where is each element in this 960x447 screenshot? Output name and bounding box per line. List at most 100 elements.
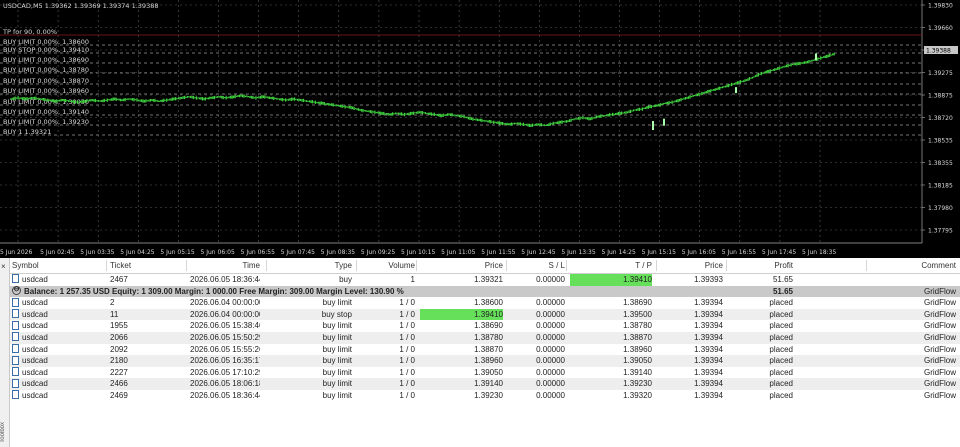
candle: [265, 96, 267, 98]
column-header[interactable]: Price: [420, 258, 503, 273]
balance-text: Balance: 1 257.35 USD Equity: 1 309.00 M…: [24, 286, 404, 296]
toolbox-label[interactable]: Toolbox: [0, 422, 6, 443]
cell-ticket: 2466: [110, 379, 128, 389]
column-separator[interactable]: [566, 260, 567, 271]
order-row[interactable]: usdcad 2227 2026.06.05 17:10:29 buy limit 1 …: [10, 367, 960, 379]
column-header[interactable]: Comment: [870, 258, 956, 273]
candle: [482, 120, 485, 122]
candle: [610, 114, 612, 116]
column-separator[interactable]: [266, 260, 267, 271]
column-header[interactable]: Volume: [360, 258, 415, 273]
order-icon: [12, 343, 19, 353]
candle: [674, 100, 676, 103]
candle: [320, 101, 322, 105]
candle: [29, 97, 31, 100]
column-separator[interactable]: [506, 260, 507, 271]
candle: [99, 100, 101, 102]
candle: [570, 118, 572, 122]
candle: [539, 123, 541, 127]
column-separator[interactable]: [656, 260, 657, 271]
candle: [212, 96, 214, 99]
symbol-text: usdcad: [22, 332, 48, 342]
close-icon[interactable]: ×: [1, 262, 6, 271]
column-header[interactable]: Price: [660, 258, 723, 273]
candle: [280, 98, 282, 101]
candle: [448, 113, 450, 116]
cell-comment: GridFlow: [923, 379, 956, 389]
cell-tp: 1.39140: [623, 367, 652, 377]
candle: [765, 70, 767, 74]
candle: [565, 120, 568, 123]
candle: [733, 82, 736, 85]
candle: [347, 106, 349, 109]
candle: [820, 56, 822, 60]
candle: [460, 114, 462, 118]
cell-symbol: usdcad: [12, 355, 102, 367]
candle: [127, 98, 129, 101]
candle: [583, 117, 586, 119]
cell-tp: 1.39410: [570, 274, 652, 286]
symbol-text: usdcad: [22, 379, 48, 389]
candle: [606, 114, 608, 117]
order-row[interactable]: usdcad 2180 2026.06.05 16:35:17 buy limit 1 …: [10, 355, 960, 367]
candle: [23, 96, 25, 101]
order-row[interactable]: usdcad 2092 2026.06.05 15:55:26 buy limit 1 …: [10, 343, 960, 356]
position-row[interactable]: usdcad 2467 2026.06.05 18:36:44 buy 1 1.39321…: [10, 274, 960, 286]
price-chart[interactable]: 5 Jun 2026 5 Jun 02:45 5 Jun 03:35 5 Jun 04…: [0, 0, 960, 258]
column-separator[interactable]: [416, 260, 417, 271]
candle: [351, 106, 354, 110]
column-separator[interactable]: [726, 260, 727, 271]
candle: [87, 100, 89, 102]
time-tick: 5 Jun 14:25: [602, 249, 636, 256]
candle: [161, 99, 163, 103]
column-header[interactable]: Profit: [730, 258, 793, 273]
candle: [481, 118, 483, 123]
column-header[interactable]: T / P: [570, 258, 652, 273]
candle: [360, 108, 363, 112]
candle: [177, 97, 180, 100]
order-row[interactable]: usdcad 2469 2026.06.05 18:36:44 buy limit 1 …: [10, 390, 960, 402]
candle: [582, 115, 584, 120]
candle: [282, 98, 284, 102]
order-row[interactable]: usdcad 2066 2026.06.05 15:50:29 buy limit 1 …: [10, 331, 960, 344]
column-header[interactable]: Ticket: [110, 258, 190, 273]
cell-sl: 0.00000: [536, 344, 565, 354]
order-row[interactable]: usdcad 2466 2026.06.05 18:06:18 buy limit 1 …: [10, 378, 960, 390]
candle: [506, 122, 508, 126]
column-separator[interactable]: [866, 260, 867, 271]
column-separator[interactable]: [106, 260, 107, 271]
chart-canvas[interactable]: 5 Jun 2026 5 Jun 02:45 5 Jun 03:35 5 Jun 04…: [0, 0, 960, 258]
candle: [591, 116, 593, 120]
column-header[interactable]: Type: [270, 258, 352, 273]
candle: [10, 98, 12, 100]
candle: [26, 97, 28, 101]
candle: [723, 86, 725, 88]
column-separator[interactable]: [356, 260, 357, 271]
column-header[interactable]: Time: [190, 258, 260, 273]
candle: [402, 113, 404, 115]
candle: [114, 97, 116, 101]
order-row[interactable]: usdcad 2 2026.06.04 00:00:00 buy limit 1 / 0…: [10, 297, 960, 309]
candle: [757, 73, 760, 77]
candle: [527, 123, 529, 127]
candle: [230, 95, 232, 99]
candle: [228, 96, 230, 99]
order-row[interactable]: usdcad 1955 2026.06.05 15:38:46 buy limit 1 …: [10, 320, 960, 332]
order-row[interactable]: usdcad 11 2026.06.04 00:00:00 buy stop 1 / 0…: [10, 308, 960, 321]
candle: [133, 98, 135, 102]
column-header[interactable]: Symbol: [12, 258, 102, 273]
candle: [493, 120, 495, 124]
candle: [201, 97, 204, 101]
cell-sl: 0.00000: [536, 390, 565, 400]
candle: [362, 108, 364, 113]
column-separator[interactable]: [186, 260, 187, 271]
candle: [246, 95, 248, 98]
candle: [427, 112, 430, 115]
candle: [738, 81, 740, 84]
cell-volume: 1 / 0: [399, 390, 415, 400]
balance-icon: ⊖: [12, 285, 21, 295]
candle: [218, 96, 220, 98]
column-header[interactable]: S / L: [510, 258, 565, 273]
candle: [378, 111, 380, 115]
cell-time: 2026.06.04 00:00:00: [190, 298, 260, 308]
